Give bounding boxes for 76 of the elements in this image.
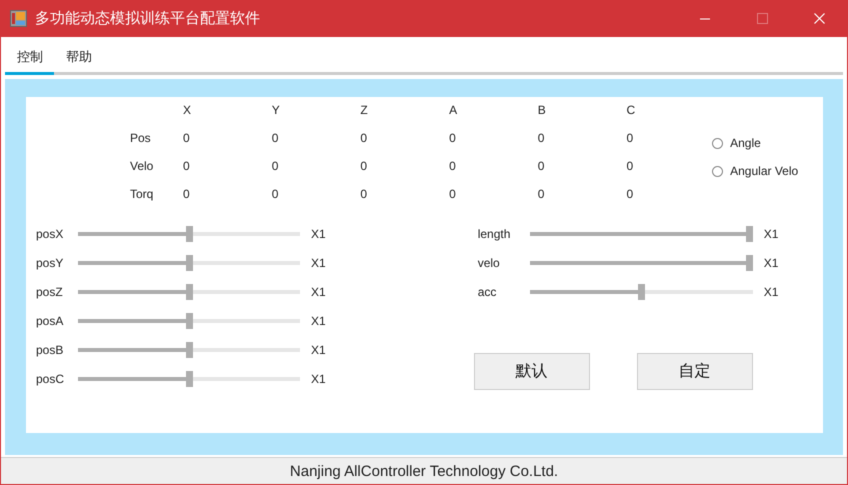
slider-thumb[interactable]: [746, 226, 753, 242]
slider[interactable]: [78, 312, 300, 328]
column-header: X: [183, 102, 192, 119]
maximize-icon: [757, 13, 768, 24]
scale-label: X1: [311, 284, 326, 298]
slider-thumb[interactable]: [186, 226, 192, 242]
slider-label: velo: [478, 256, 501, 270]
tab[interactable]: 帮助: [54, 45, 103, 75]
slider-label: posA: [36, 314, 64, 328]
slider[interactable]: [530, 284, 753, 300]
value-cell-text: 0: [183, 186, 191, 203]
value-cell-text: 0: [183, 130, 191, 147]
window-title: 多功能动态模拟训练平台配置软件: [35, 9, 260, 28]
slider[interactable]: [530, 226, 753, 242]
scale-label: X1: [311, 372, 326, 386]
value-cell-text: 0: [272, 158, 280, 175]
row-label: Pos: [130, 130, 152, 147]
scale-label: X1: [311, 314, 326, 328]
value-cell-text: 0: [626, 186, 634, 203]
value-cell-text: 0: [449, 186, 457, 203]
slider[interactable]: [530, 254, 753, 270]
value-cell-text: 0: [360, 158, 368, 175]
slider-label: posX: [36, 226, 64, 240]
radio-label[interactable]: Angle: [730, 136, 761, 150]
slider-thumb[interactable]: [186, 312, 192, 328]
action-button[interactable]: 自定: [636, 353, 753, 390]
scale-label: X1: [311, 226, 326, 240]
tab[interactable]: 控制: [5, 45, 54, 75]
value-cell-text: 0: [272, 130, 280, 147]
slider[interactable]: [78, 226, 300, 242]
value-cell-text: 0: [538, 186, 546, 203]
slider-label: posB: [36, 342, 64, 356]
value-cell-text: 0: [538, 130, 546, 147]
slider-label: posC: [36, 372, 66, 386]
radio-label[interactable]: Angular Velo: [730, 164, 798, 178]
value-cell-text: 0: [449, 158, 457, 175]
column-header: Y: [272, 102, 281, 119]
slider[interactable]: [78, 342, 300, 358]
radio-button[interactable]: [712, 138, 724, 148]
slider-label: acc: [478, 284, 498, 298]
column-header: C: [626, 102, 636, 119]
scale-label: X1: [311, 342, 326, 356]
row-label: Velo: [130, 158, 154, 175]
slider-thumb[interactable]: [186, 370, 192, 386]
value-cell-text: 0: [360, 130, 368, 147]
slider-thumb[interactable]: [746, 254, 753, 270]
scale-label: X1: [764, 284, 778, 298]
app-icon: [10, 10, 27, 27]
close-icon: [814, 13, 825, 24]
slider-thumb[interactable]: [186, 342, 192, 358]
slider-thumb[interactable]: [638, 284, 645, 300]
column-header: A: [449, 102, 458, 119]
slider-label: posY: [36, 256, 64, 270]
value-cell-text: 0: [538, 158, 546, 175]
action-button[interactable]: 默认: [474, 353, 590, 390]
status-text: Nanjing AllController Technology Co.Ltd.: [290, 462, 558, 480]
value-cell-text: 0: [449, 130, 457, 147]
value-cell-text: 0: [626, 130, 634, 147]
value-cell-text: 0: [183, 158, 191, 175]
slider-thumb[interactable]: [186, 254, 192, 270]
slider[interactable]: [78, 284, 300, 300]
value-cell-text: 0: [360, 186, 368, 203]
value-cell-text: 0: [272, 186, 280, 203]
slider-label: length: [478, 226, 512, 240]
scale-label: X1: [311, 256, 326, 270]
column-header: Z: [360, 102, 369, 119]
scale-label: X1: [764, 226, 778, 240]
slider[interactable]: [78, 254, 300, 270]
slider-label: posZ: [36, 284, 64, 298]
row-label: Torq: [130, 186, 154, 203]
value-cell-text: 0: [626, 158, 634, 175]
radio-button[interactable]: [712, 166, 724, 176]
slider-thumb[interactable]: [186, 284, 192, 300]
scale-label: X1: [764, 256, 778, 270]
column-header: B: [538, 102, 547, 119]
slider[interactable]: [78, 370, 300, 386]
